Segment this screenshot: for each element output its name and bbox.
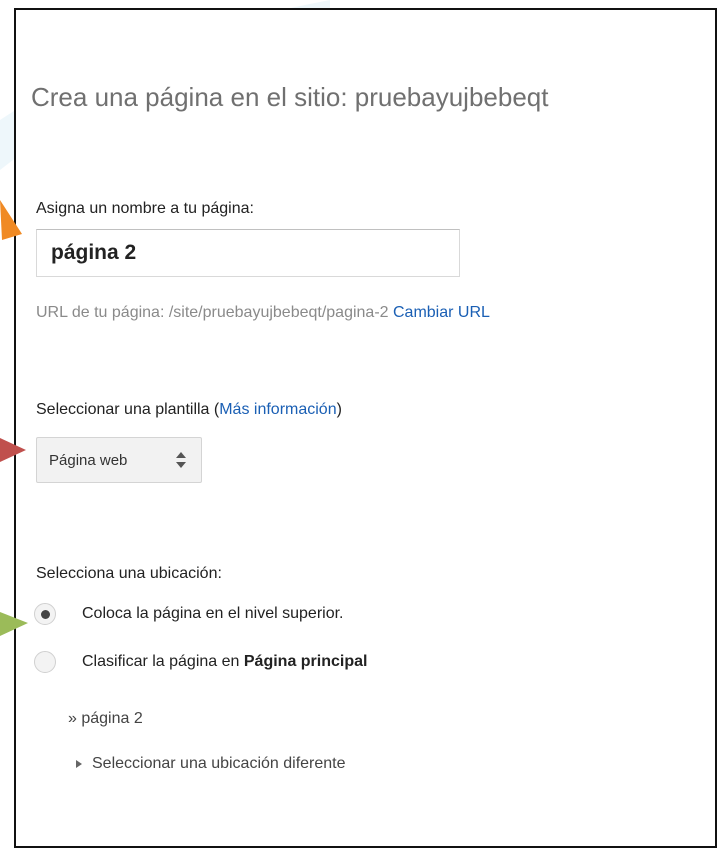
up-down-arrows-icon: [176, 452, 186, 468]
location-option-under-home[interactable]: Clasificar la página en Página principal: [34, 648, 367, 676]
expand-triangle-icon: [76, 760, 82, 768]
create-page-panel: Crea una página en el sitio: pruebayujbe…: [14, 8, 717, 848]
location-option-top-level[interactable]: Coloca la página en el nivel superior.: [34, 600, 344, 628]
other-location-label: Seleccionar una ubicación diferente: [92, 755, 346, 772]
under-home-prefix: Clasificar la página en: [82, 653, 244, 670]
template-label: Seleccionar una plantilla (Más informaci…: [36, 401, 342, 419]
template-select[interactable]: Página web: [36, 437, 202, 483]
orange-arrow-icon: [0, 200, 22, 240]
under-home-option-label: Clasificar la página en Página principal: [82, 653, 367, 671]
page-title: Crea una página en el sitio: pruebayujbe…: [31, 82, 549, 112]
location-label: Selecciona una ubicación:: [36, 565, 222, 582]
home-page-name: Página principal: [243, 653, 368, 670]
green-arrow-icon: [0, 612, 28, 636]
radio-button-checked[interactable]: [34, 603, 56, 625]
page-url-line: URL de tu página: /site/pruebayujbebeqt/…: [36, 304, 490, 322]
top-level-option-label: Coloca la página en el nivel superior.: [82, 605, 344, 622]
page-url-text: URL de tu página: /site/pruebayujbebeqt/…: [36, 304, 389, 321]
template-label-suffix: ): [336, 401, 342, 418]
change-url-link[interactable]: Cambiar URL: [393, 304, 490, 321]
template-label-prefix: Seleccionar una plantilla (: [36, 401, 220, 418]
page-breadcrumb: » página 2: [68, 710, 143, 727]
radio-button-unchecked[interactable]: [34, 651, 56, 673]
template-select-value: Página web: [49, 451, 128, 469]
red-arrow-icon: [0, 438, 26, 462]
page-name-input[interactable]: [36, 229, 460, 277]
more-info-link[interactable]: Más información: [219, 401, 336, 418]
page-name-label: Asigna un nombre a tu página:: [36, 200, 254, 217]
select-other-location-toggle[interactable]: Seleccionar una ubicación diferente: [76, 755, 346, 773]
